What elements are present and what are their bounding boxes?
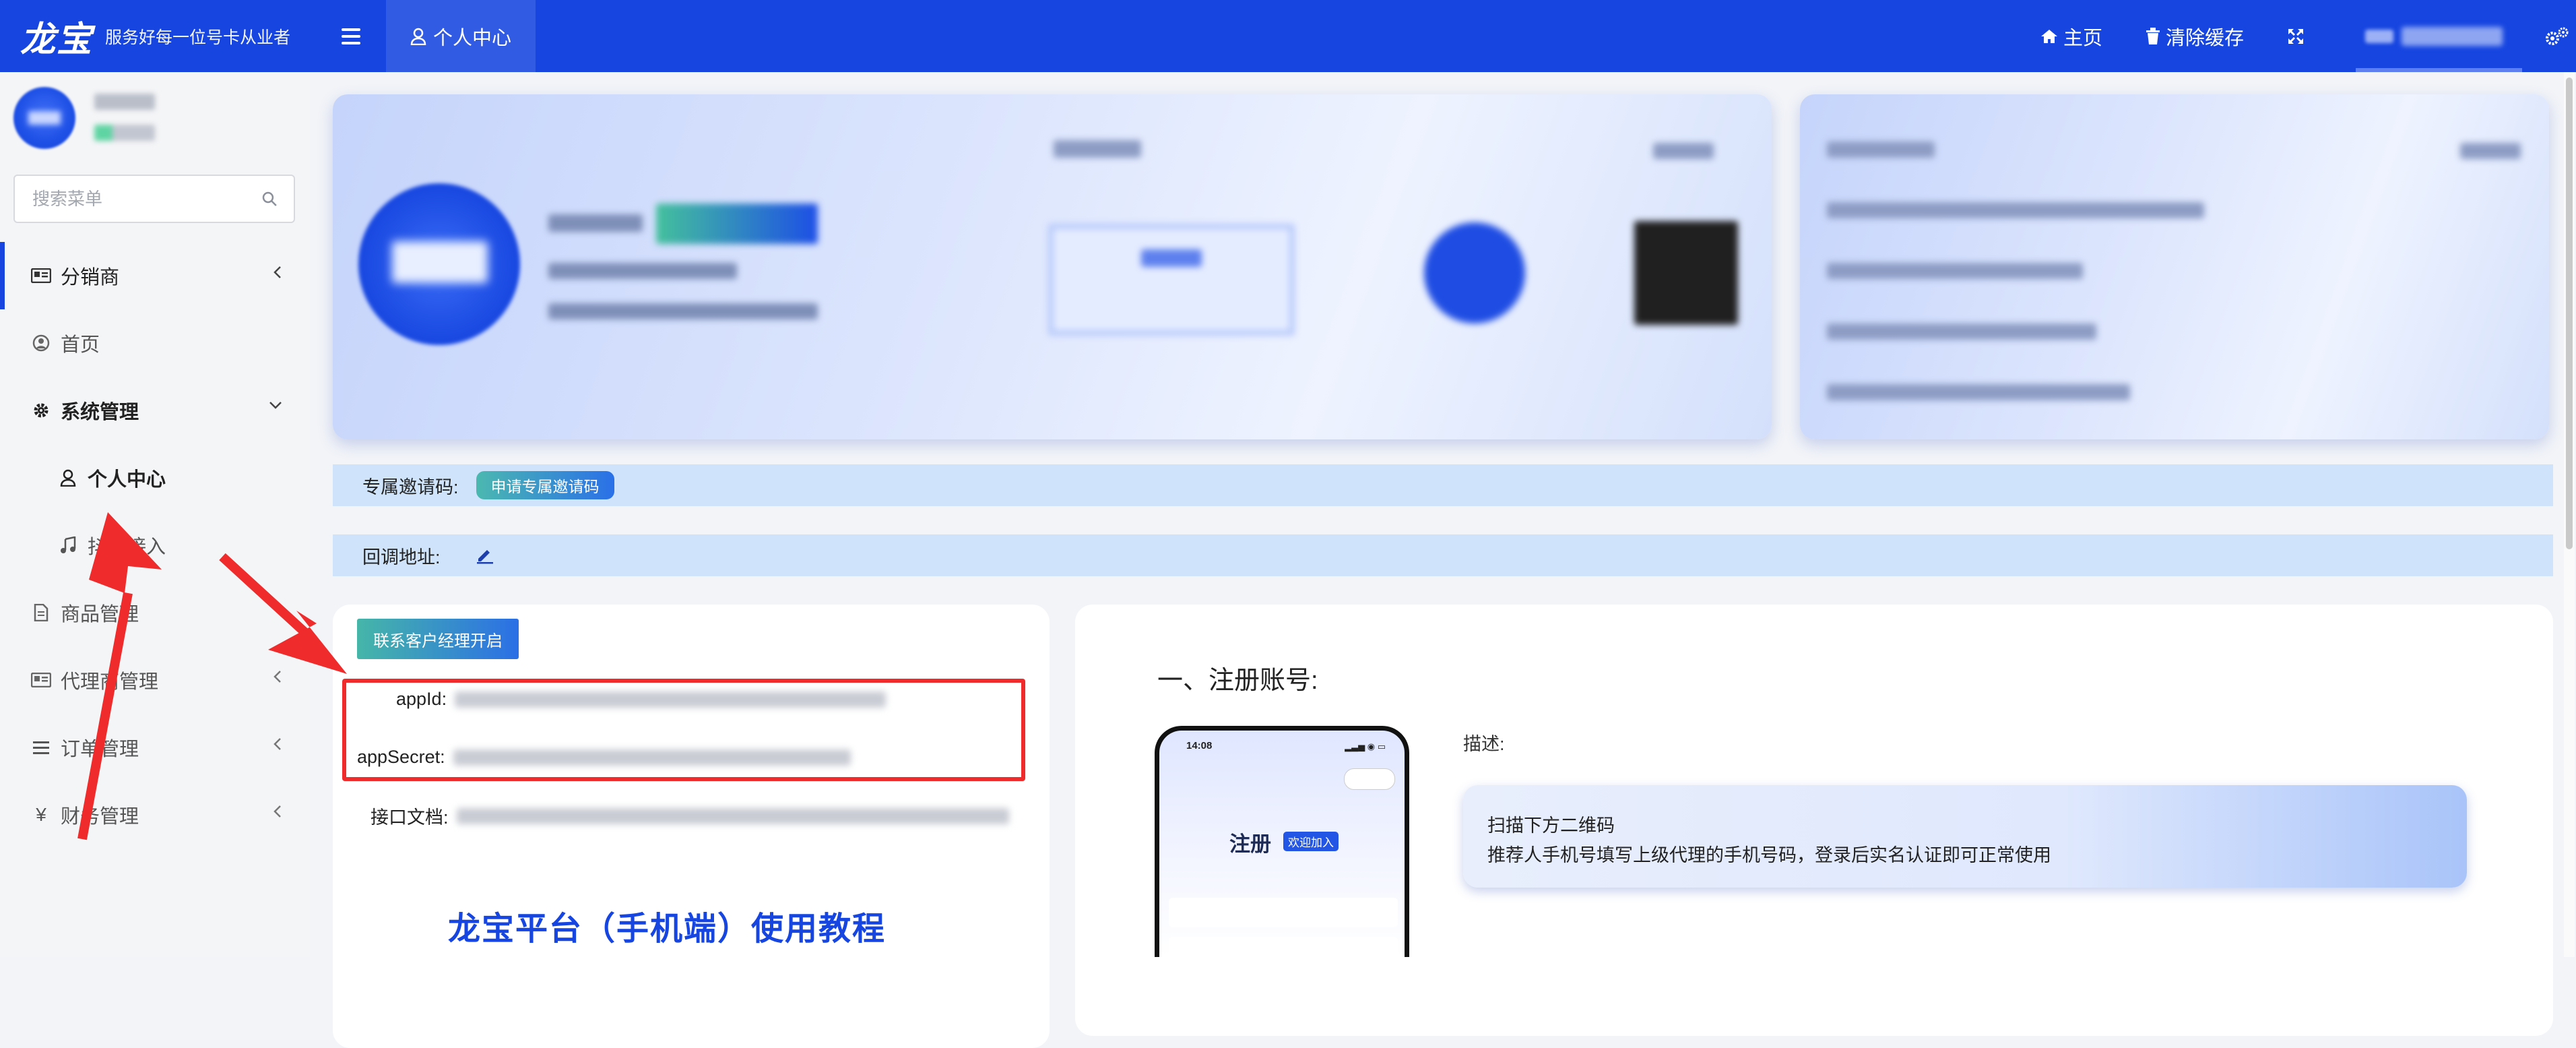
invite-code-row: 专属邀请码: 申请专属邀请码 (333, 464, 2553, 506)
register-step-title: 一、注册账号: (1157, 667, 1318, 695)
phone-register-title: 注册 (1229, 832, 1271, 856)
sidebar-item-label: 商品管理 (61, 604, 139, 625)
list-icon (33, 741, 49, 754)
chevron-left-icon (273, 603, 281, 615)
sidebar-item-home[interactable]: 首页 (0, 309, 310, 377)
chevron-down-icon (269, 402, 282, 409)
description-line-2: 推荐人手机号填写上级代理的手机号码，登录后实名认证即可正常使用 (1487, 845, 2051, 865)
yen-icon: ¥ (36, 804, 46, 825)
sidebar-item-label: 个人中心 (88, 469, 166, 491)
home-label: 主页 (2063, 27, 2102, 49)
sidebar-item-agents[interactable]: 代理商管理 (0, 646, 310, 714)
menu-toggle-icon[interactable] (342, 28, 361, 44)
sidebar-item-finance[interactable]: ¥ 财务管理 (0, 781, 310, 849)
sidebar-item-label: 系统管理 (61, 402, 139, 423)
sidebar-menu: 分销商 首页 系统管理 个人中心 抖音接入 商品管理 代理商管理 订单管理 ¥ … (0, 242, 310, 849)
sidebar-item-label: 首页 (61, 334, 100, 356)
user-icon (410, 28, 426, 45)
sidebar-item-personal-center[interactable]: 个人中心 (0, 444, 310, 512)
phone-input-mobile (1169, 898, 1398, 927)
description-line-1: 扫描下方二维码 (1487, 815, 1615, 836)
search-input[interactable] (15, 187, 262, 210)
description-card: 扫描下方二维码 推荐人手机号填写上级代理的手机号码，登录后实名认证即可正常使用 (1463, 785, 2467, 888)
callback-url-row: 回调地址: (333, 534, 2553, 576)
tutorial-panel (333, 873, 1050, 1048)
contact-manager-button[interactable]: 联系客户经理开启 (357, 619, 519, 659)
sidebar-item-system[interactable]: 系统管理 (0, 377, 310, 444)
sidebar-item-label: 分销商 (61, 267, 120, 288)
trash-icon (2146, 27, 2160, 44)
status-blurred (94, 125, 155, 141)
sidebar-item-label: 订单管理 (61, 739, 139, 760)
tab-personal-center[interactable]: 个人中心 (386, 0, 536, 72)
search-icon[interactable] (261, 191, 278, 207)
chevron-left-icon (273, 266, 281, 278)
api-docs-label: 接口文档: (371, 807, 449, 828)
username-blurred (94, 94, 155, 110)
api-docs-link-blurred[interactable] (456, 807, 1009, 824)
edit-pencil-icon[interactable] (476, 547, 494, 564)
tab-label: 个人中心 (433, 27, 512, 49)
id-card-icon (31, 673, 51, 687)
sidebar-item-label: 代理商管理 (61, 671, 159, 693)
document-icon (34, 604, 49, 621)
tutorial-title: 龙宝平台（手机端）使用教程 (447, 911, 886, 947)
miniapp-capsule-icon (1344, 768, 1395, 790)
phone-input-referrer (1169, 937, 1398, 957)
clear-cache-label: 清除缓存 (2165, 27, 2244, 49)
home-icon (2040, 29, 2057, 43)
description-label: 描述: (1463, 734, 1505, 754)
fullscreen-button[interactable] (2287, 28, 2310, 45)
sidebar-item-distributor[interactable]: 分销商 (0, 242, 310, 309)
account-info-card (1800, 94, 2549, 439)
clear-cache-button[interactable]: 清除缓存 (2146, 22, 2244, 51)
fullscreen-icon (2288, 28, 2303, 44)
sidebar: 分销商 首页 系统管理 个人中心 抖音接入 商品管理 代理商管理 (0, 72, 310, 957)
chevron-left-icon (273, 671, 281, 683)
sidebar-item-douyin[interactable]: 抖音接入 (0, 512, 310, 579)
phone-welcome-badge: 欢迎加入 (1283, 832, 1339, 851)
sidebar-user-panel (0, 72, 310, 173)
music-note-icon (61, 536, 76, 553)
chevron-left-icon (273, 738, 281, 750)
user-icon (60, 469, 76, 487)
top-bar: 龙宝 服务好每一位号卡从业者 个人中心 主页 清除缓存 (0, 0, 2576, 72)
avatar[interactable] (13, 87, 75, 149)
id-card-icon (31, 268, 51, 283)
gear-icon (34, 403, 49, 418)
invite-code-label: 专属邀请码: (362, 476, 459, 497)
apply-invite-code-button[interactable]: 申请专属邀请码 (476, 471, 614, 499)
profile-card (333, 94, 1772, 439)
sidebar-item-orders[interactable]: 订单管理 (0, 714, 310, 781)
slogan: 服务好每一位号卡从业者 (105, 28, 291, 47)
phone-time: 14:08 (1186, 740, 1213, 751)
user-menu[interactable] (2353, 0, 2525, 72)
sidebar-item-label: 抖音接入 (88, 536, 166, 558)
chevron-left-icon (273, 805, 281, 818)
page-scrollbar[interactable] (2564, 72, 2575, 957)
api-docs-row: 接口文档: (371, 803, 1009, 829)
home-link[interactable]: 主页 (2040, 22, 2102, 51)
settings-gear-icon[interactable] (2545, 26, 2569, 47)
logo[interactable]: 龙宝 (20, 11, 93, 61)
user-circle-icon (32, 334, 50, 352)
signal-icon: ▂▃▅ ◉ ▭ (1345, 741, 1386, 751)
callback-url-label: 回调地址: (362, 547, 441, 567)
highlight-box (342, 679, 1025, 781)
sidebar-item-label: 财务管理 (61, 806, 139, 828)
phone-register-screenshot: 14:08 ▂▃▅ ◉ ▭ 注册 欢迎加入 (1155, 726, 1409, 957)
search-menu-field[interactable] (13, 175, 295, 223)
sidebar-item-products[interactable]: 商品管理 (0, 579, 310, 646)
